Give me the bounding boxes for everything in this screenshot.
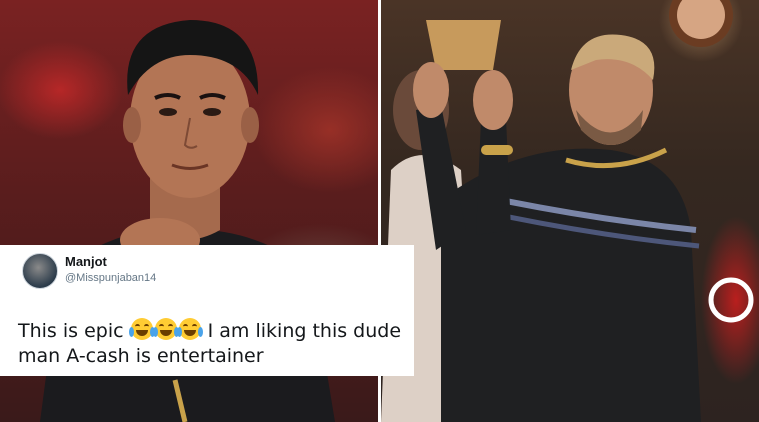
tweet-text: This is epic I am liking this dude man A… [18,318,410,369]
user-avatar[interactable] [22,253,58,289]
right-photo-panel [381,0,759,422]
laughing-tears-emoji-icon [128,318,155,340]
laughing-tears-emoji-icon [176,318,203,340]
tweet-author-name[interactable]: Manjot [65,254,107,269]
man-right-photo [381,0,754,422]
laughing-tears-emoji-icon [152,318,179,340]
composite-image: Manjot @Misspunjaban14 This is epic I am… [0,0,759,422]
tweet-text-start: This is epic [18,320,130,342]
tweet-author-handle[interactable]: @Misspunjaban14 [65,272,156,284]
